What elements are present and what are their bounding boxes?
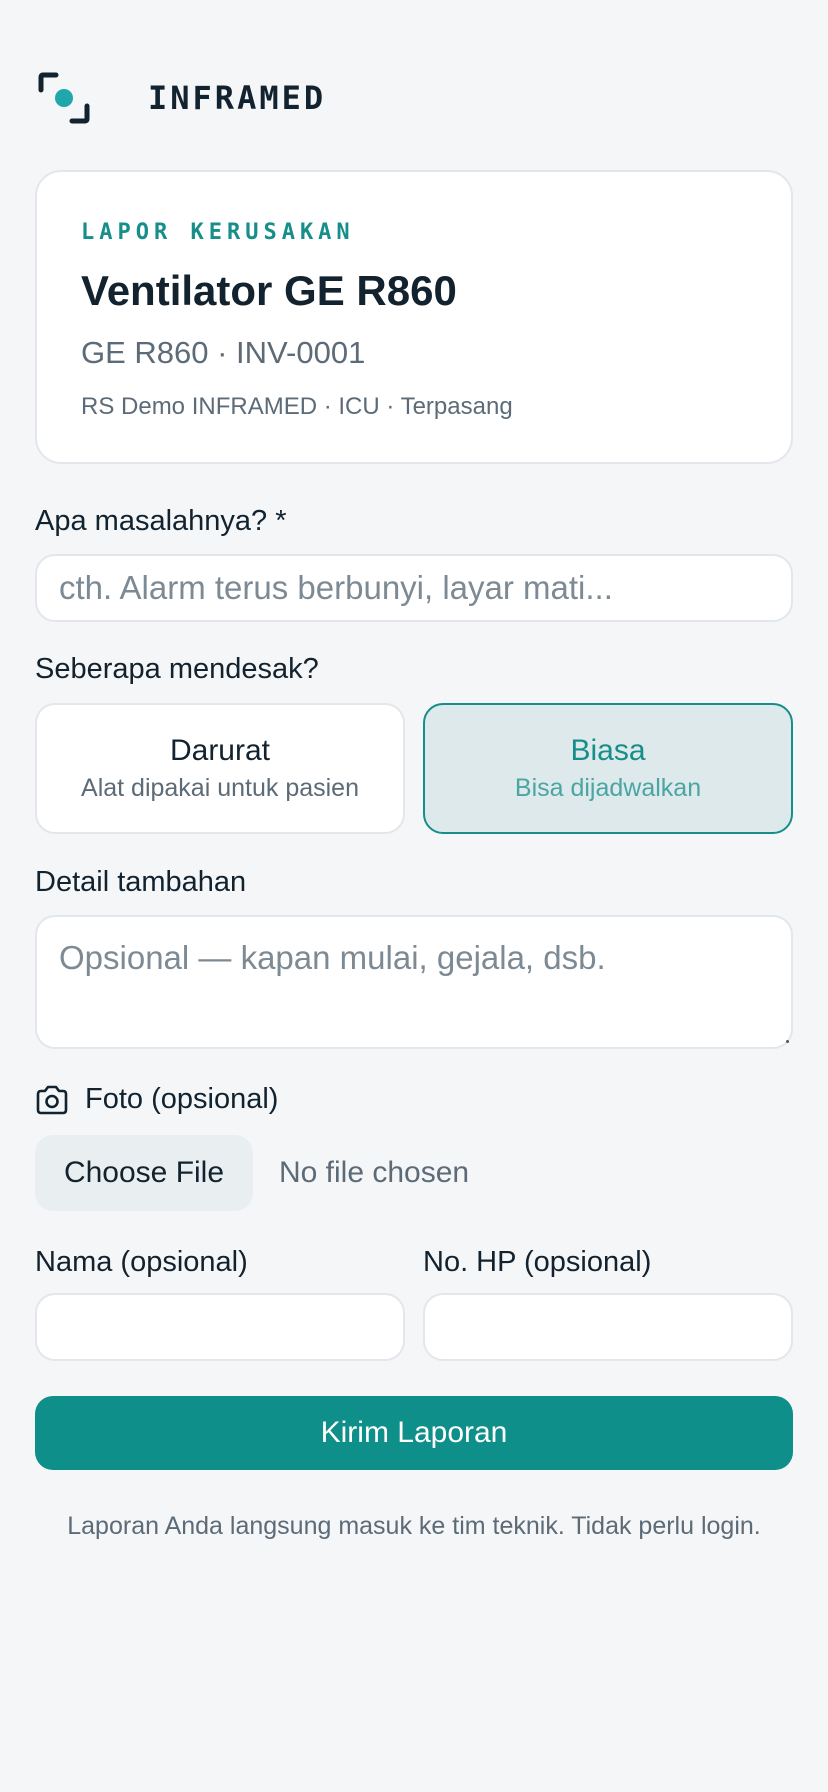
resize-handle[interactable] xyxy=(786,1040,789,1043)
photo-label-text: Foto (opsional) xyxy=(85,1083,279,1115)
device-card: LAPOR KERUSAKAN Ventilator GE R860 GE R8… xyxy=(35,170,793,464)
problem-placeholder: cth. Alarm terus berbunyi, layar mati... xyxy=(59,569,613,606)
urgency-option-darurat[interactable]: Darurat Alat dipakai untuk pasien xyxy=(35,703,405,834)
urgency-options: Darurat Alat dipakai untuk pasien Biasa … xyxy=(35,703,793,834)
report-page: INFRAMED LAPOR KERUSAKAN Ventilator GE R… xyxy=(0,0,828,1792)
submit-report-button[interactable]: Kirim Laporan xyxy=(35,1396,793,1470)
card-eyebrow: LAPOR KERUSAKAN xyxy=(81,220,355,245)
device-title: Ventilator GE R860 xyxy=(81,267,457,314)
option-title: Darurat xyxy=(169,734,271,767)
option-title: Biasa xyxy=(570,734,646,767)
brand-header: INFRAMED xyxy=(38,72,326,124)
device-code: GE R860 · INV-0001 xyxy=(81,335,366,370)
problem-label: Apa masalahnya? * xyxy=(35,505,287,537)
choose-file-button[interactable]: Choose File xyxy=(35,1135,253,1211)
urgency-label: Seberapa mendesak? xyxy=(35,653,319,685)
details-placeholder: Opsional — kapan mulai, gejala, dsb. xyxy=(59,939,606,976)
file-status: No file chosen xyxy=(279,1156,470,1189)
phone-label: No. HP (opsional) xyxy=(423,1246,652,1278)
name-input[interactable] xyxy=(35,1293,405,1361)
viewfinder-dot-icon xyxy=(38,72,90,124)
brand-name: INFRAMED xyxy=(148,79,327,117)
footnote: Laporan Anda langsung masuk ke tim tekni… xyxy=(67,1512,761,1540)
device-location: RS Demo INFRAMED · ICU · Terpasang xyxy=(81,393,513,420)
option-subtitle: Alat dipakai untuk pasien xyxy=(81,774,359,802)
details-textarea[interactable]: Opsional — kapan mulai, gejala, dsb. xyxy=(35,915,793,1049)
option-subtitle: Bisa dijadwalkan xyxy=(514,774,702,802)
details-label: Detail tambahan xyxy=(35,866,247,898)
problem-input[interactable]: cth. Alarm terus berbunyi, layar mati... xyxy=(35,554,793,622)
name-label: Nama (opsional) xyxy=(35,1246,248,1278)
file-picker: Choose File No file chosen xyxy=(35,1135,469,1211)
phone-input[interactable] xyxy=(423,1293,793,1361)
camera-icon xyxy=(36,1085,68,1114)
urgency-option-biasa[interactable]: Biasa Bisa dijadwalkan xyxy=(423,703,793,834)
photo-label: Foto (opsional) xyxy=(35,1083,278,1116)
